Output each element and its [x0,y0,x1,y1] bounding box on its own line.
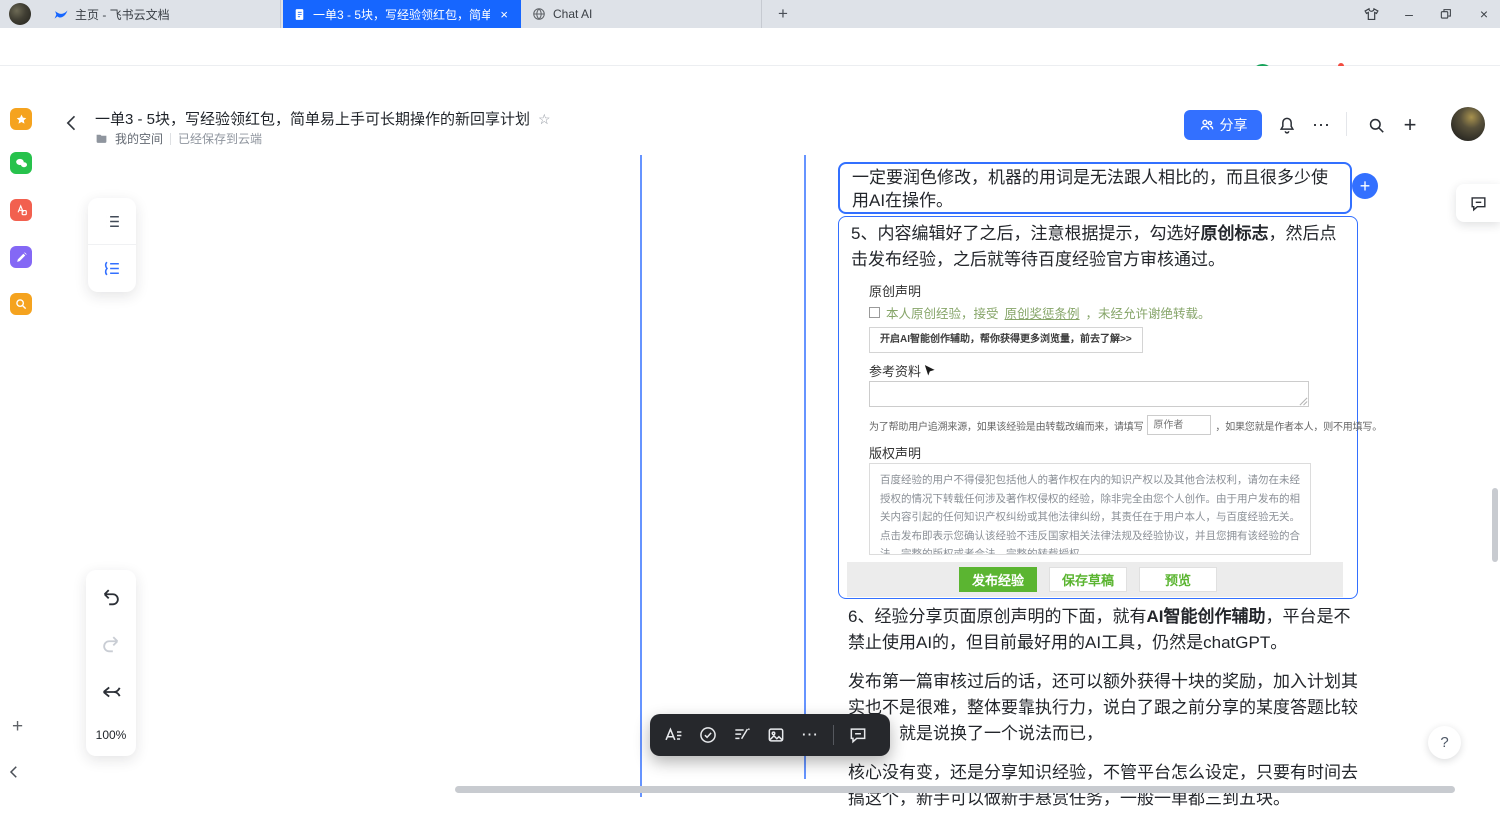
doc-outline-icon[interactable] [88,245,136,292]
help-button[interactable]: ? [1428,726,1461,759]
list-edit-icon[interactable] [731,725,752,746]
comment-icon[interactable] [847,725,868,746]
header-divider [1346,112,1347,136]
paragraph[interactable]: 发布第一篇审核过后的话，还可以额外获得十块的奖励，加入计划其实也不是很难，整体要… [848,669,1360,747]
close-tab-icon[interactable]: × [497,7,511,22]
browser-profile-avatar[interactable] [9,3,31,25]
tab-current-doc[interactable]: 一单3 - 5块，写经验领红包，简单易 × [283,0,521,28]
step6-text[interactable]: 6、经验分享页面原创声明的下面，就有AI智能创作辅助，平台是不禁止使用AI的，但… [848,604,1360,656]
theme-skin-icon[interactable] [1360,4,1382,24]
browser-toolbar: ☆ ▾ 新 ▾ ▾ + ≡ [0,28,1500,66]
user-avatar[interactable] [1451,107,1485,141]
more-options-icon[interactable]: ⋯ [1310,114,1332,136]
original-author-input[interactable] [1147,415,1211,435]
more-tools-icon[interactable]: ⋯ [799,725,820,746]
globe-icon [532,7,546,21]
save-status: 已经保存到云端 [178,130,262,147]
back-to-position-icon[interactable] [100,681,122,703]
form-button-strip: 发布经验 保存草稿 预览 [847,562,1343,597]
close-window-button[interactable]: × [1473,4,1495,24]
publish-button[interactable]: 发布经验 [959,567,1037,592]
outline-panel-card [88,198,136,292]
minimize-button[interactable]: – [1398,4,1420,24]
selection-guide-line [640,155,642,797]
new-tab-button[interactable]: + [771,2,795,26]
rail-translate-icon[interactable] [10,199,32,221]
redo-icon[interactable] [100,633,122,655]
space-name[interactable]: 我的空间 [115,130,163,147]
comments-panel-button[interactable] [1456,184,1500,222]
rail-favorites-icon[interactable] [10,108,32,130]
source-note-row: 为了帮助用户追溯来源，如果该经验是由转载改编而来，请填写 ，如果您就是作者本人，… [869,415,1382,435]
text-style-icon[interactable] [663,725,684,746]
check-circle-icon[interactable] [697,725,718,746]
preview-button[interactable]: 预览 [1139,567,1217,592]
selected-text-block[interactable]: 一定要润色修改，机器的用词是无法跟人相比的，而且很多少使用AI在操作。 [838,162,1352,214]
doc-back-icon[interactable] [62,112,82,134]
save-draft-button[interactable]: 保存草稿 [1049,567,1127,592]
tab-chat-ai[interactable]: Chat AI [522,0,762,28]
tab-bar: 主页 - 飞书云文档 一单3 - 5块，写经验领红包，简单易 × Chat AI… [0,0,1500,28]
rail-add-icon[interactable]: + [12,716,23,738]
mouse-cursor-icon [923,363,937,381]
tab-title: 一单3 - 5块，写经验领红包，简单易 [313,6,490,23]
restore-button[interactable] [1435,4,1457,24]
step5-block[interactable]: 5、内容编辑好了之后，注意根据提示，勾选好原创标志，然后点击发布经验，之后就等待… [838,216,1358,599]
selection-guide-line [804,155,806,779]
rail-wechat-icon[interactable] [10,152,32,174]
horizontal-scrollbar[interactable] [455,786,1455,793]
notification-bell-icon[interactable] [1276,114,1298,136]
bullet-list-icon[interactable] [88,198,136,245]
rules-link[interactable]: 原创奖惩条例 [1005,303,1080,322]
original-checkbox[interactable] [869,307,880,318]
tab-title: Chat AI [553,7,751,21]
image-icon[interactable] [765,725,786,746]
undo-zoom-card: 100% [86,570,136,756]
callout-text: 一定要润色修改，机器的用词是无法跟人相比的，而且很多少使用AI在操作。 [852,168,1328,210]
copyright-title: 版权声明 [869,443,921,462]
rail-notes-pen-icon[interactable] [10,246,32,268]
folder-icon [95,132,108,145]
floating-format-toolbar: ⋯ [650,714,890,756]
textarea-resize-grip[interactable] [1299,397,1308,406]
reference-title: 参考资料 [869,361,921,380]
tab-feishu-home[interactable]: 主页 - 飞书云文档 [44,0,281,28]
favorite-star-icon[interactable]: ☆ [538,111,551,127]
doc-search-icon[interactable] [1365,114,1387,136]
ai-assist-banner[interactable]: 开启AI智能创作辅助，帮你获得更多浏览量，前去了解>> [869,327,1143,353]
zoom-level[interactable]: 100% [96,728,127,742]
doc-favicon-icon [293,8,306,21]
create-new-icon[interactable]: + [1399,114,1421,136]
feishu-logo-icon [54,7,68,21]
original-declaration-row: 本人原创经验，接受原创奖惩条例，未经允许谢绝转载。 [869,303,1211,322]
meta-divider [170,133,171,145]
reference-textarea[interactable] [869,381,1309,407]
share-button[interactable]: 分享 [1184,110,1262,140]
doc-title: 一单3 - 5块，写经验领红包，简单易上手可长期操作的新回享计划☆ [95,108,551,129]
toolbar-divider [833,725,834,745]
step5-text: 5、内容编辑好了之后，注意根据提示，勾选好原创标志，然后点击发布经验，之后就等待… [851,221,1345,273]
document-page: 一单3 - 5块，写经验领红包，简单易上手可长期操作的新回享计划☆ 我的空间 已… [0,66,1500,797]
doc-meta: 我的空间 已经保存到云端 [95,130,262,147]
share-people-icon [1199,117,1215,133]
embedded-baidu-screenshot: 原创声明 本人原创经验，接受原创奖惩条例，未经允许谢绝转载。 开启AI智能创作辅… [847,275,1343,597]
add-block-button[interactable]: + [1352,173,1378,199]
copyright-text-box: 百度经验的用户不得侵犯包括他人的著作权在内的知识产权以及其他合法权利，请勿在未经… [869,463,1311,555]
original-declaration-title: 原创声明 [869,281,921,300]
rail-collapse-icon[interactable] [8,762,28,784]
undo-icon[interactable] [100,586,122,608]
rail-search-icon[interactable] [10,293,32,315]
vertical-scrollbar[interactable] [1492,488,1498,562]
tab-title: 主页 - 飞书云文档 [75,6,270,23]
